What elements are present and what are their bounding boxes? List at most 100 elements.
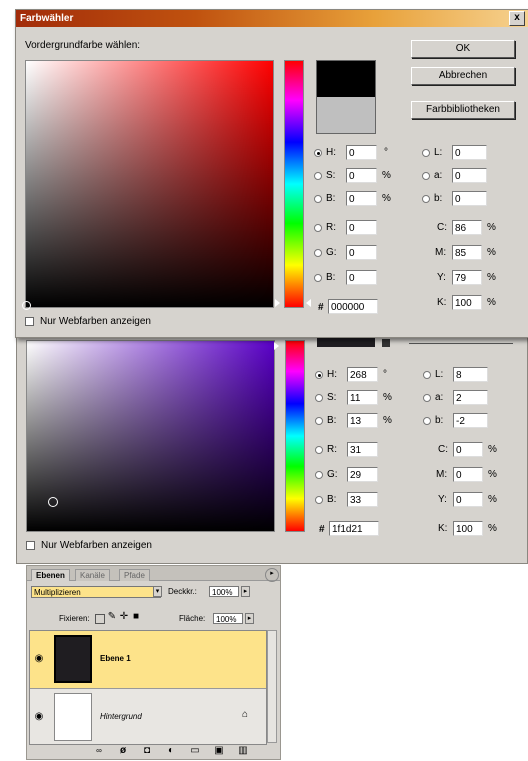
radio-brightness[interactable] — [315, 417, 323, 425]
radio-green[interactable] — [314, 249, 322, 257]
fill-field[interactable]: 100% — [213, 613, 243, 624]
radio-b-lab[interactable] — [423, 417, 431, 425]
color-marker[interactable] — [22, 301, 31, 310]
blend-mode-select[interactable]: Multiplizieren — [31, 586, 161, 598]
brightness-field[interactable]: 13 — [347, 413, 378, 428]
cancel-button[interactable]: Abbrechen — [411, 67, 515, 85]
label-lightness: L: — [434, 147, 443, 158]
hue-slider-handle[interactable] — [274, 342, 279, 350]
green-field[interactable]: 0 — [346, 245, 377, 260]
radio-lightness[interactable] — [423, 371, 431, 379]
label-saturation: S: — [326, 170, 336, 181]
eye-icon[interactable]: ◉ — [32, 653, 46, 665]
lock-position-icon[interactable]: ✛ — [119, 611, 129, 623]
layer-name[interactable]: Hintergrund — [100, 711, 142, 722]
red-field[interactable]: 0 — [346, 220, 377, 235]
label-blue: B: — [326, 272, 336, 283]
hue-slider-handle[interactable] — [275, 299, 280, 307]
label-black: K: — [438, 523, 448, 534]
current-color-swatch[interactable] — [316, 97, 376, 134]
layer-row[interactable]: ◉ Hintergrund ⌂ — [30, 689, 266, 744]
magenta-field[interactable]: 0 — [453, 467, 483, 482]
unit-percent: % — [487, 272, 496, 283]
a-field[interactable]: 0 — [452, 168, 487, 183]
b-lab-field[interactable]: 0 — [452, 191, 487, 206]
saturation-brightness-field[interactable] — [26, 340, 275, 532]
unit-percent: % — [383, 392, 392, 403]
cyan-field[interactable]: 0 — [453, 442, 483, 457]
opacity-arrow-icon[interactable]: ▸ — [241, 586, 250, 597]
radio-saturation[interactable] — [314, 172, 322, 180]
yellow-field[interactable]: 0 — [453, 492, 483, 507]
tab-channels[interactable]: Kanäle — [75, 569, 110, 581]
radio-blue[interactable] — [315, 496, 323, 504]
radio-a[interactable] — [423, 394, 431, 402]
new-layer-icon[interactable]: ▣ — [213, 745, 225, 757]
green-field[interactable]: 29 — [347, 467, 378, 482]
panel-menu-icon[interactable]: ▸ — [265, 568, 279, 582]
radio-saturation[interactable] — [315, 394, 323, 402]
fx-icon[interactable]: ø — [117, 745, 129, 757]
unit-percent: % — [488, 494, 497, 505]
fill-arrow-icon[interactable]: ▸ — [245, 613, 254, 624]
black-field[interactable]: 100 — [452, 295, 482, 310]
radio-red[interactable] — [314, 224, 322, 232]
opacity-field[interactable]: 100% — [209, 586, 239, 597]
hue-slider-handle-right[interactable] — [306, 299, 311, 307]
radio-brightness[interactable] — [314, 195, 322, 203]
red-field[interactable]: 31 — [347, 442, 378, 457]
eye-icon[interactable]: ◉ — [32, 711, 46, 723]
yellow-field[interactable]: 79 — [452, 270, 482, 285]
mask-icon[interactable]: ◘ — [141, 745, 153, 757]
radio-lightness[interactable] — [422, 149, 430, 157]
a-field[interactable]: 2 — [453, 390, 488, 405]
hue-slider[interactable] — [284, 60, 304, 308]
label-blue: B: — [327, 494, 337, 505]
radio-blue[interactable] — [314, 274, 322, 282]
hue-field[interactable]: 0 — [346, 145, 377, 160]
layer-row[interactable]: ◉ Ebene 1 — [30, 631, 266, 689]
hue-slider[interactable] — [285, 340, 305, 532]
blue-field[interactable]: 0 — [346, 270, 377, 285]
radio-a[interactable] — [422, 172, 430, 180]
tab-layers[interactable]: Ebenen — [31, 569, 70, 581]
hex-field[interactable]: 1f1d21 — [329, 521, 379, 536]
trash-icon[interactable]: ▥ — [237, 745, 249, 757]
lightness-field[interactable]: 0 — [452, 145, 487, 160]
chevron-down-icon[interactable]: ▾ — [153, 586, 162, 597]
lock-icon: ⌂ — [241, 709, 249, 720]
layers-panel: Ebenen Kanäle Pfade ▸ Multiplizieren ▾ D… — [26, 565, 281, 760]
brightness-field[interactable]: 0 — [346, 191, 377, 206]
tab-paths[interactable]: Pfade — [119, 569, 150, 581]
radio-hue[interactable] — [314, 149, 322, 157]
close-button[interactable]: x — [509, 11, 525, 26]
lightness-field[interactable]: 8 — [453, 367, 488, 382]
blue-field[interactable]: 33 — [347, 492, 378, 507]
saturation-field[interactable]: 0 — [346, 168, 377, 183]
lock-transparency-icon[interactable] — [95, 614, 105, 624]
radio-red[interactable] — [315, 446, 323, 454]
color-marker[interactable] — [48, 497, 58, 507]
cyan-field[interactable]: 86 — [452, 220, 482, 235]
link-icon[interactable]: ∞ — [93, 745, 105, 757]
hex-field[interactable]: 000000 — [328, 299, 378, 314]
hue-field[interactable]: 268 — [347, 367, 378, 382]
web-colors-checkbox[interactable] — [25, 317, 34, 326]
layers-scrollbar[interactable] — [267, 630, 277, 743]
radio-b-lab[interactable] — [422, 195, 430, 203]
lock-pixels-icon[interactable]: ✎ — [107, 611, 117, 623]
adjustment-icon[interactable]: ◐ — [165, 745, 177, 757]
color-libraries-button[interactable]: Farbbibliotheken — [411, 101, 515, 119]
web-colors-checkbox[interactable] — [26, 541, 35, 550]
ok-button[interactable]: OK — [411, 40, 515, 58]
radio-hue[interactable] — [315, 371, 323, 379]
saturation-field[interactable]: 11 — [347, 390, 378, 405]
magenta-field[interactable]: 85 — [452, 245, 482, 260]
lock-all-icon[interactable]: ■ — [131, 611, 141, 623]
b-lab-field[interactable]: -2 — [453, 413, 488, 428]
black-field[interactable]: 100 — [453, 521, 483, 536]
folder-icon[interactable]: ▭ — [189, 745, 201, 757]
radio-green[interactable] — [315, 471, 323, 479]
saturation-brightness-field[interactable] — [22, 60, 274, 310]
layer-name[interactable]: Ebene 1 — [100, 653, 131, 664]
